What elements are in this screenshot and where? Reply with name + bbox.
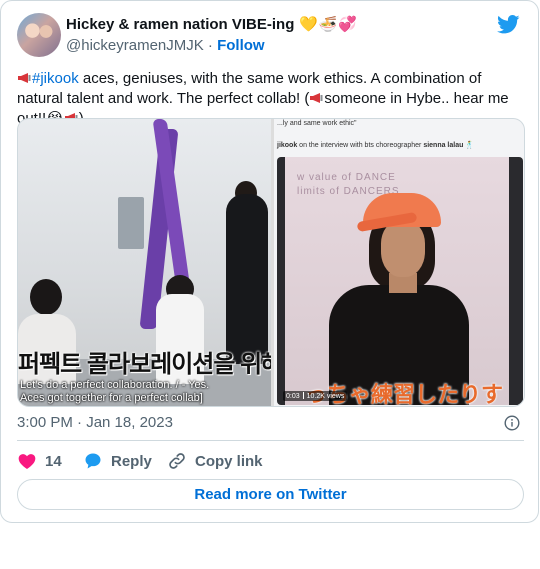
person-figure (226, 194, 268, 364)
link-icon (169, 453, 185, 469)
reply-label: Reply (111, 452, 152, 470)
author-avatar[interactable] (17, 13, 61, 57)
megaphone-icon (18, 73, 31, 83)
info-icon[interactable] (504, 415, 520, 431)
name-emojis: 💛🍜💞 (299, 16, 359, 33)
author-handle-row: @hickeyramenJMJK · Follow (66, 37, 265, 54)
copy-link-button[interactable]: Copy link (167, 450, 263, 472)
embedded-tweet-text: ...ly and same work ethic" (277, 120, 357, 127)
embedded-handle: jikook (277, 142, 298, 149)
media-photo-right[interactable]: ...ly and same work ethic" jikook on the… (274, 119, 524, 406)
tweet-card: Hickey & ramen nation VIBE-ing 💛🍜💞 @hick… (0, 0, 539, 523)
korean-caption: 퍼펙트 콜라보레이션을 위해 뭉친 에이 (18, 351, 271, 378)
like-button[interactable]: 14 (17, 450, 62, 472)
video-time: 0:03 (286, 393, 300, 400)
media-grid: 퍼펙트 콜라보레이션을 위해 뭉친 에이 Let's do a perfect … (17, 118, 525, 407)
reply-bubble-icon (85, 453, 101, 469)
video-views: 10.2K views (306, 393, 345, 400)
tweet-timestamp[interactable]: 3:00 PM · Jan 18, 2023 (17, 414, 173, 431)
person-head (30, 279, 62, 315)
hashtag-link[interactable]: #jikook (32, 70, 79, 87)
media-photo-left[interactable]: 퍼펙트 콜라보레이션을 위해 뭉친 에이 Let's do a perfect … (18, 119, 271, 406)
twitter-bird-icon[interactable] (497, 15, 520, 34)
like-count: 14 (45, 452, 62, 470)
author-handle[interactable]: @hickeyramenJMJK (66, 37, 204, 54)
english-caption: Let's do a perfect collaboration. / - Ye… (20, 379, 210, 404)
read-more-button[interactable]: Read more on Twitter (17, 479, 524, 510)
person-face (381, 221, 425, 277)
dancer-emoji: 🕺 (465, 142, 475, 149)
follow-link[interactable]: Follow (217, 37, 265, 54)
embedded-interview-line: jikook on the interview with bts choreog… (277, 141, 474, 149)
embedded-interview-text: on the interview with bts choreographer (297, 142, 424, 149)
embedded-video[interactable]: w value of DANCE limits of DANCERS っちゃ練習… (277, 157, 523, 405)
divider (17, 440, 524, 441)
heart-icon (18, 454, 36, 469)
author-display-name[interactable]: Hickey & ramen nation VIBE-ing (66, 16, 294, 33)
handle-separator: · (203, 37, 218, 54)
copy-link-label: Copy link (195, 452, 263, 470)
reply-button[interactable]: Reply (83, 450, 152, 472)
video-stats: 0:03 10.2K views (283, 391, 348, 401)
megaphone-icon (310, 93, 323, 103)
wall-panel (118, 197, 144, 249)
embedded-choreographer: sienna lalau (423, 142, 464, 149)
